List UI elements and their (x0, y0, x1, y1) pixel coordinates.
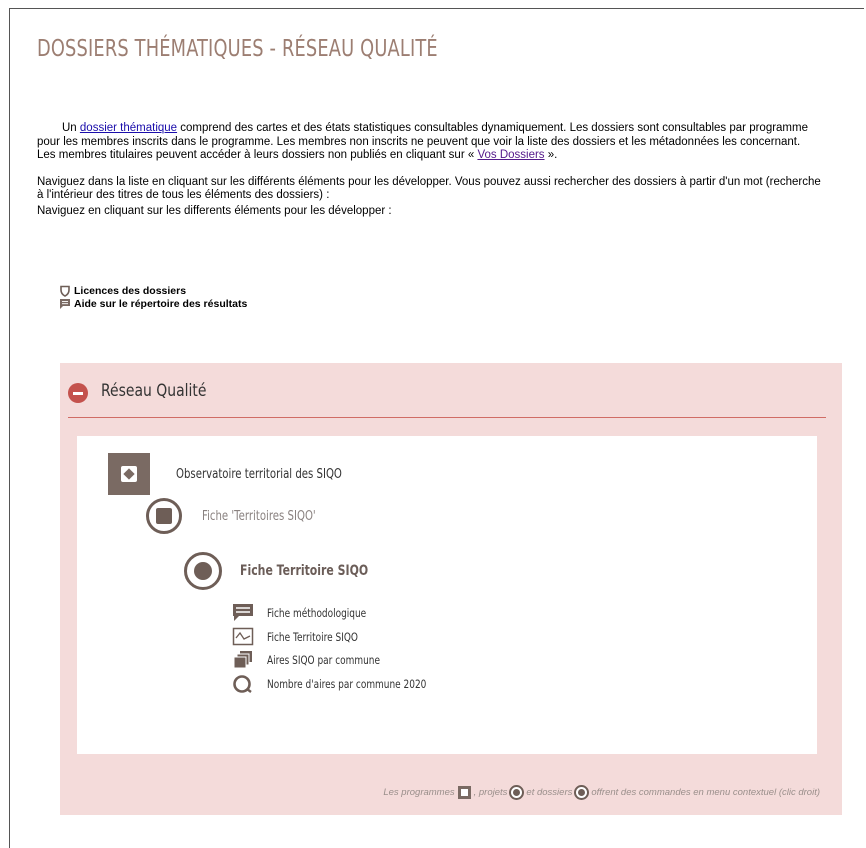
tree-program-node[interactable]: Observatoire territorial des SIQO (108, 453, 389, 495)
tree-dossier-node[interactable]: Fiche Territoire SIQO (184, 552, 404, 590)
leaf-label[interactable]: Nombre d'aires par commune 2020 (267, 677, 426, 691)
dossier-thematique-link[interactable]: dossier thématique (80, 122, 177, 134)
program-icon (457, 786, 471, 799)
aide-link[interactable]: Aide sur le répertoire des résultats (59, 297, 247, 310)
project-icon (146, 498, 182, 534)
project-icon (509, 785, 525, 800)
comment-icon (59, 298, 71, 310)
panel-title[interactable]: Réseau Qualité (101, 381, 206, 401)
dossier-icon (184, 552, 222, 590)
program-icon (108, 453, 150, 495)
layers-icon (232, 650, 254, 670)
tree-leaf-item[interactable]: Nombre d'aires par commune 2020 (232, 674, 471, 694)
footer-text: et dossiers (526, 787, 573, 798)
intro-paragraph-4: Naviguez en cliquant sur les differents … (37, 204, 392, 217)
leaf-label[interactable]: Fiche Territoire SIQO (267, 630, 358, 644)
licences-link[interactable]: Licences des dossiers (59, 284, 247, 297)
tree-project-node[interactable]: Fiche 'Territoires SIQO' (146, 498, 348, 534)
tree-program-label[interactable]: Observatoire territorial des SIQO (176, 467, 342, 482)
tree-view: Observatoire territorial des SIQO Fiche … (77, 436, 817, 754)
circle-icon (232, 674, 254, 694)
tree-leaf-item[interactable]: Fiche méthodologique (232, 603, 394, 623)
reseau-qualite-panel: Réseau Qualité Observatoire territorial … (60, 363, 842, 815)
tree-leaf-item[interactable]: Aires SIQO par commune (232, 650, 412, 670)
footer-text: Les programmes (383, 787, 455, 798)
leaf-label[interactable]: Aires SIQO par commune (267, 653, 380, 667)
chart-icon (232, 627, 254, 647)
shield-icon (59, 285, 71, 297)
help-links: Licences des dossiers Aide sur le répert… (59, 284, 247, 310)
intro-text-segment: Un (62, 122, 80, 134)
footer-text: , projets (473, 787, 508, 798)
intro-text-segment: ». (544, 149, 558, 161)
vos-dossiers-link[interactable]: Vos Dossiers (477, 149, 544, 161)
aide-link-label[interactable]: Aide sur le répertoire des résultats (74, 298, 247, 310)
panel-header[interactable]: Réseau Qualité (68, 363, 826, 418)
tree-leaf-item[interactable]: Fiche Territoire SIQO (232, 627, 384, 647)
intro-paragraph-3: Naviguez dans la liste en cliquant sur l… (37, 175, 821, 202)
tree-dossier-label[interactable]: Fiche Territoire SIQO (240, 563, 368, 579)
licences-link-label[interactable]: Licences des dossiers (74, 285, 186, 297)
intro-text: Un dossier thématique comprend des carte… (37, 122, 827, 218)
comment-icon (232, 603, 254, 623)
footer-text: offrent des commandes en menu contextuel… (591, 787, 820, 798)
collapse-minus-icon[interactable] (68, 383, 88, 403)
dossier-icon (574, 785, 590, 800)
intro-text-segment: Les membres titulaires peuvent accéder à… (37, 149, 478, 161)
page-title: DOSSIERS THÉMATIQUES - RÉSEAU QUALITÉ (37, 36, 438, 62)
leaf-label[interactable]: Fiche méthodologique (267, 606, 366, 620)
intro-paragraph-2: Les membres titulaires peuvent accéder à… (37, 149, 827, 163)
tree-project-label[interactable]: Fiche 'Territoires SIQO' (202, 509, 316, 524)
intro-paragraph-1: Un dossier thématique comprend des carte… (37, 122, 827, 149)
